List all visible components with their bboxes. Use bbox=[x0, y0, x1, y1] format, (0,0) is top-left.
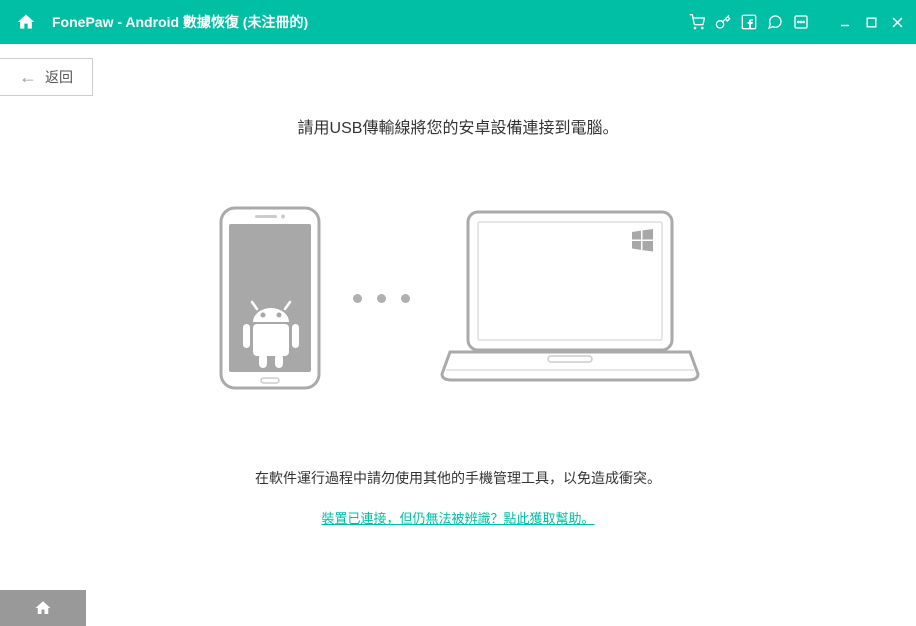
help-link[interactable]: 裝置已連接，但仍無法被辨識？點此獲取幫助。 bbox=[321, 508, 594, 527]
connection-illustration bbox=[0, 198, 916, 398]
connection-dots bbox=[353, 294, 410, 303]
home-icon[interactable] bbox=[16, 12, 36, 32]
main-content: 請用USB傳輸線將您的安卓設備連接到電腦。 bbox=[0, 96, 916, 528]
feedback-icon[interactable] bbox=[766, 13, 784, 31]
app-title: FonePaw - Android 數據恢復 (未注冊的) bbox=[52, 12, 308, 32]
key-icon[interactable] bbox=[714, 13, 732, 31]
titlebar: FonePaw - Android 數據恢復 (未注冊的) bbox=[0, 0, 916, 44]
back-label: 返回 bbox=[45, 67, 73, 87]
titlebar-controls bbox=[688, 13, 906, 31]
warning-text: 在軟件運行過程中請勿使用其他的手機管理工具，以免造成衝突。 bbox=[0, 468, 916, 488]
footer-home-button[interactable] bbox=[0, 590, 86, 626]
home-icon bbox=[34, 599, 52, 617]
minimize-icon[interactable] bbox=[836, 13, 854, 31]
back-arrow-icon: ← bbox=[19, 67, 37, 88]
close-icon[interactable] bbox=[888, 13, 906, 31]
instruction-text: 請用USB傳輸線將您的安卓設備連接到電腦。 bbox=[0, 114, 916, 138]
facebook-icon[interactable] bbox=[740, 13, 758, 31]
menu-icon[interactable] bbox=[792, 13, 810, 31]
laptop-illustration bbox=[440, 206, 700, 390]
cart-icon[interactable] bbox=[688, 13, 706, 31]
maximize-icon[interactable] bbox=[862, 13, 880, 31]
back-button[interactable]: ← 返回 bbox=[0, 58, 93, 96]
phone-illustration bbox=[217, 206, 323, 390]
